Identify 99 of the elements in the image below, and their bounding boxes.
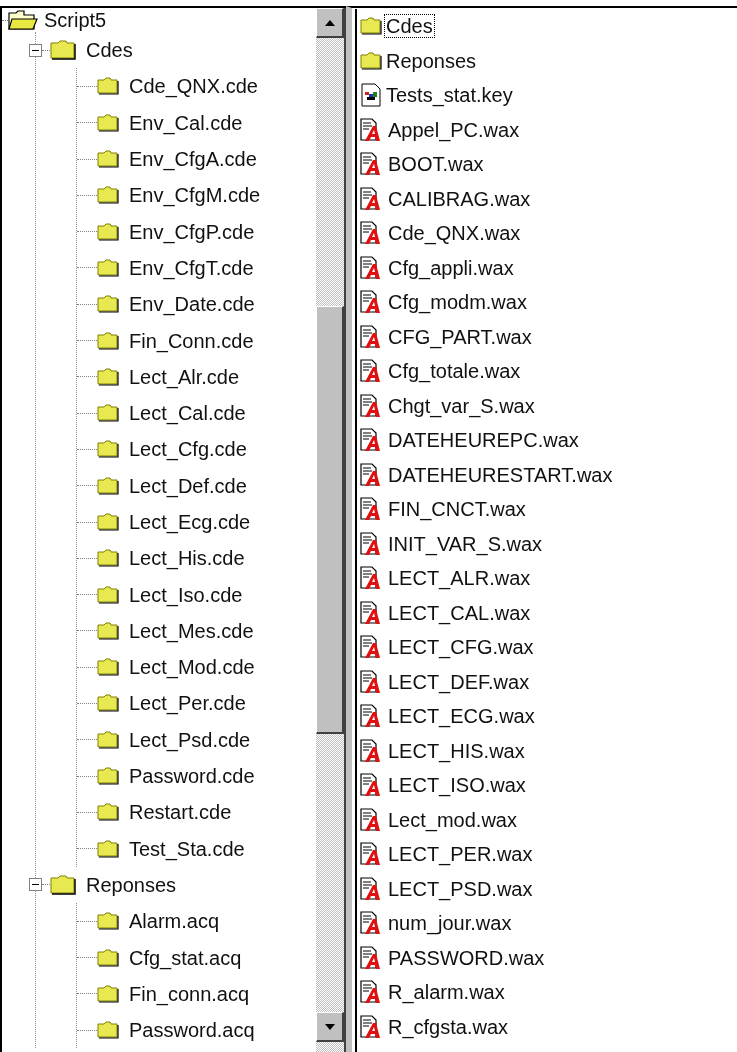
tree-item[interactable]: Password.cde bbox=[129, 761, 255, 792]
file-item[interactable]: PASSWORD.wax bbox=[386, 945, 547, 970]
file-item[interactable]: LECT_CFG.wax bbox=[386, 635, 536, 660]
folder-icon bbox=[97, 367, 119, 386]
tree-item[interactable]: Lect_Ecg.cde bbox=[129, 507, 251, 537]
file-item[interactable]: num_jour.wax bbox=[386, 911, 514, 936]
tree-item[interactable]: Test_Sta.cde bbox=[129, 833, 245, 864]
file-item[interactable]: LECT_ECG.wax bbox=[386, 704, 537, 729]
file-item[interactable]: Chgt_var_S.wax bbox=[386, 393, 537, 418]
file-item[interactable]: LECT_CAL.wax bbox=[386, 600, 533, 625]
folder-icon bbox=[360, 17, 382, 36]
tree-item[interactable]: Cfg_stat.acq bbox=[129, 942, 242, 973]
folder-icon bbox=[97, 912, 119, 931]
file-item[interactable]: R_alarm.wax bbox=[386, 980, 507, 1005]
scroll-up-button[interactable] bbox=[316, 8, 344, 38]
folder-icon bbox=[97, 621, 119, 640]
tree-item[interactable]: Lect_Cal.cde bbox=[129, 398, 246, 429]
file-item[interactable]: FIN_CNCT.wax bbox=[386, 497, 528, 522]
file-item[interactable]: R_cfgsta.wax bbox=[386, 1014, 511, 1039]
file-item[interactable]: LECT_ISO.wax bbox=[386, 773, 528, 798]
file-item[interactable]: LECT_ALR.wax bbox=[386, 566, 533, 591]
tree-item[interactable]: Env_Cal.cde bbox=[129, 107, 243, 138]
folder-icon bbox=[97, 803, 119, 822]
tree-item[interactable]: Fin_conn.acq bbox=[129, 978, 250, 1009]
folder-icon bbox=[97, 730, 119, 749]
file-icon bbox=[360, 83, 382, 108]
folder-icon bbox=[97, 658, 119, 677]
folder-icon bbox=[360, 51, 382, 70]
folder-icon bbox=[97, 113, 119, 132]
folder-icon bbox=[97, 984, 119, 1003]
folder-icon bbox=[97, 404, 119, 423]
tree-item[interactable]: Env_CfgM.cde bbox=[129, 180, 261, 211]
folder-icon bbox=[50, 874, 76, 895]
file-item[interactable]: INIT_VAR_S.wax bbox=[386, 531, 545, 556]
folder-icon bbox=[97, 295, 119, 314]
folder-icon bbox=[97, 150, 119, 169]
file-item[interactable]: CALIBRAG.wax bbox=[386, 186, 533, 211]
file-item[interactable]: CFG_PART.wax bbox=[386, 324, 534, 349]
tree-item[interactable]: Cde_QNX.cde bbox=[129, 71, 258, 102]
folder-icon bbox=[97, 948, 119, 967]
folder-icon bbox=[97, 767, 119, 786]
tree-item[interactable]: Env_Date.cde bbox=[129, 289, 255, 320]
folder-icon bbox=[97, 440, 119, 459]
file-item[interactable]: Cdes bbox=[384, 14, 435, 39]
tree-item[interactable]: Fin_Conn.cde bbox=[129, 325, 254, 356]
file-item[interactable]: Reponses bbox=[384, 48, 479, 73]
folder-icon bbox=[97, 258, 119, 277]
tree-item[interactable]: Lect_Def.cde bbox=[129, 470, 247, 501]
folder-icon bbox=[97, 1021, 119, 1040]
file-item[interactable]: BOOT.wax bbox=[386, 152, 486, 177]
tree-item[interactable]: Alarm.acq bbox=[129, 906, 220, 937]
folder-icon bbox=[50, 40, 76, 61]
tree-item[interactable]: Lect_Mod.cde bbox=[129, 652, 255, 683]
file-item[interactable]: DATEHEURESTART.wax bbox=[386, 462, 615, 487]
tree-item[interactable]: Lect_Alr.cde bbox=[129, 361, 240, 392]
folder-icon bbox=[97, 77, 119, 96]
folder-icon bbox=[97, 549, 119, 568]
folder-icon bbox=[97, 585, 119, 604]
scroll-down-button[interactable] bbox=[316, 1012, 344, 1042]
folder-icon bbox=[97, 513, 119, 531]
down-arrow-icon bbox=[324, 1023, 335, 1030]
open-folder-icon bbox=[8, 9, 38, 31]
scroll-thumb[interactable] bbox=[316, 306, 344, 734]
file-item[interactable]: LECT_PSD.wax bbox=[386, 876, 535, 901]
tree-item[interactable]: Env_CfgA.cde bbox=[129, 144, 257, 175]
tree-item[interactable]: Env_CfgP.cde bbox=[129, 216, 255, 247]
scrollbar[interactable] bbox=[316, 8, 346, 1052]
folder-icon bbox=[97, 839, 119, 858]
file-item[interactable]: LECT_DEF.wax bbox=[386, 669, 532, 694]
up-arrow-icon bbox=[324, 19, 335, 26]
file-item[interactable]: DATEHEUREPC.wax bbox=[386, 428, 581, 453]
folder-icon bbox=[97, 331, 119, 350]
tree-item[interactable]: Lect_Iso.cde bbox=[129, 579, 243, 610]
folder-icon bbox=[97, 186, 119, 205]
collapse-toggle[interactable] bbox=[29, 878, 42, 892]
file-item[interactable]: Cfg_modm.wax bbox=[386, 290, 529, 315]
tree-item[interactable]: Lect_Psd.cde bbox=[129, 724, 251, 755]
file-item[interactable]: Lect_mod.wax bbox=[386, 807, 519, 832]
file-item[interactable]: Cde_QNX.wax bbox=[386, 221, 523, 246]
folder-icon bbox=[97, 694, 119, 713]
file-item[interactable]: Tests_stat.key bbox=[384, 83, 515, 108]
tree-item[interactable]: Password.acq bbox=[129, 1015, 255, 1046]
tree-item[interactable]: Cdes bbox=[86, 35, 133, 66]
file-item[interactable]: Appel_PC.wax bbox=[386, 117, 522, 142]
tree-item[interactable]: Lect_Mes.cde bbox=[129, 615, 254, 646]
file-item[interactable]: Cfg_appli.wax bbox=[386, 255, 516, 280]
tree-item[interactable]: Lect_Cfg.cde bbox=[129, 434, 247, 465]
tree-item[interactable]: Lect_His.cde bbox=[129, 543, 245, 574]
folder-icon bbox=[97, 476, 119, 495]
file-item[interactable]: LECT_HIS.wax bbox=[386, 738, 527, 763]
file-item[interactable]: Cfg_totale.wax bbox=[386, 359, 523, 384]
tree-item[interactable]: Reponses bbox=[86, 869, 177, 900]
file-item[interactable]: LECT_PER.wax bbox=[386, 842, 535, 867]
folder-icon bbox=[97, 222, 119, 241]
tree-item[interactable]: Lect_Per.cde bbox=[129, 688, 246, 719]
collapse-toggle[interactable] bbox=[29, 43, 42, 57]
tree-item[interactable]: Env_CfgT.cde bbox=[129, 252, 254, 283]
tree-item[interactable]: Restart.cde bbox=[129, 797, 232, 828]
tree-item[interactable]: Script5 bbox=[44, 8, 107, 35]
